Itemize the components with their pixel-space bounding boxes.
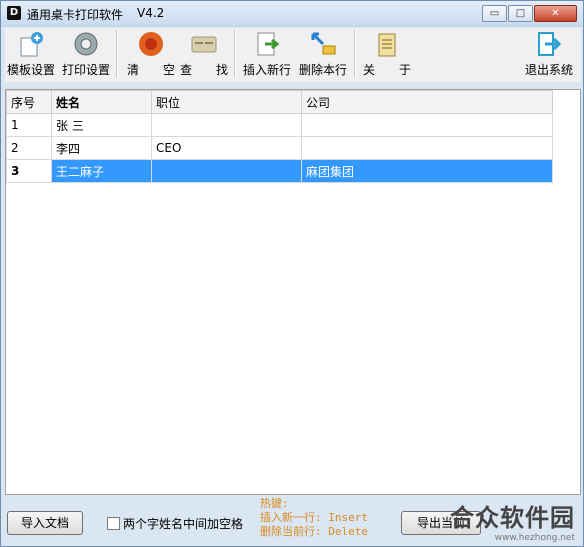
cell-position[interactable] [151,113,302,137]
checkbox-label: 两个字姓名中间加空格 [123,517,244,531]
cell-company[interactable]: 麻团集团 [301,159,553,183]
header-row: 序号 姓名 职位 公司 [6,90,553,114]
card-icon [191,36,217,53]
table-row-selected[interactable]: 3 王二麻子 麻团集团 [6,159,553,183]
clear-button[interactable]: 清 空 [123,30,179,78]
toolbar: 模板设置 打印设置 清 空 查 找 插入新行 删除本行 关 于 退出系统 [5,28,581,82]
notepad-icon [378,33,396,57]
bottom-bar: 导入文档 两个字姓名中间加空格 热键: 插入新一行: Insert 删除当前行:… [5,495,581,545]
cell-index[interactable]: 3 [6,159,52,183]
cell-name[interactable]: 李四 [51,136,152,160]
app-logo-icon: D [7,6,21,20]
cell-name[interactable]: 张 三 [51,113,152,137]
checkbox-box[interactable] [107,517,120,530]
cell-index[interactable]: 1 [6,113,52,137]
watermark: 合众软件园 www.hezhong.net [450,504,575,543]
insert-row-button[interactable]: 插入新行 [241,30,293,78]
close-button[interactable]: ✕ [534,5,577,22]
gear-icon [74,32,98,56]
find-button[interactable]: 查 找 [179,30,229,78]
hotkey-hint: 热键: 插入新一行: Insert 删除当前行: Delete [260,497,368,538]
cell-position[interactable] [151,159,302,183]
minimize-button[interactable]: ▭ [482,5,507,22]
delete-row-icon [311,32,336,55]
toolbar-separator [234,30,236,78]
col-header-company[interactable]: 公司 [301,90,553,114]
name-space-checkbox[interactable]: 两个字姓名中间加空格 [107,515,243,532]
about-button[interactable]: 关 于 [359,30,415,78]
title-bar: D 通用桌卡打印软件 V4.2 ▭ □ ✕ [1,1,583,27]
window-version: V4.2 [137,6,165,20]
delete-row-button[interactable]: 删除本行 [297,30,349,78]
clear-icon [139,32,163,56]
window-title: 通用桌卡打印软件 [27,8,124,22]
insert-doc-icon [257,32,280,56]
table-row[interactable]: 2 李四 CEO [6,136,553,160]
cell-company[interactable] [301,136,553,160]
exit-icon [538,32,562,56]
col-header-name[interactable]: 姓名 [51,90,152,114]
table-row[interactable]: 1 张 三 [6,113,553,137]
print-settings-button[interactable]: 打印设置 [61,30,111,78]
data-grid[interactable]: 序号 姓名 职位 公司 1 张 三 2 李四 CEO 3 王二麻子 麻团集团 [5,89,581,495]
col-header-position[interactable]: 职位 [151,90,302,114]
cell-index[interactable]: 2 [6,136,52,160]
toolbar-separator [354,30,356,78]
cell-position[interactable]: CEO [151,136,302,160]
cell-company[interactable] [301,113,553,137]
template-add-icon [20,32,43,57]
exit-button[interactable]: 退出系统 [523,30,575,78]
template-settings-button[interactable]: 模板设置 [7,30,55,78]
toolbar-separator [116,30,118,78]
app-window: D 通用桌卡打印软件 V4.2 ▭ □ ✕ 模板设置 打印设置 清 空 查 找 … [0,0,584,547]
import-document-button[interactable]: 导入文档 [7,511,83,535]
maximize-button[interactable]: □ [508,5,533,22]
col-header-index[interactable]: 序号 [6,90,52,114]
cell-name[interactable]: 王二麻子 [51,159,152,183]
